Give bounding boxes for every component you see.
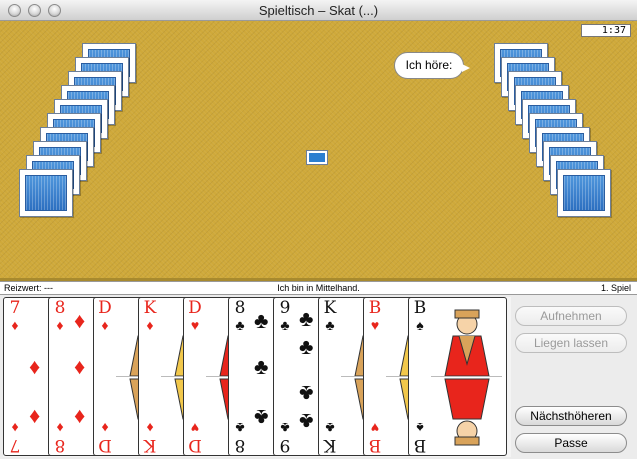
card-pip-icon: ♣ xyxy=(254,308,269,333)
card-rank: D xyxy=(98,298,112,318)
game-timer: 1:37 xyxy=(581,24,631,37)
card-pip-icon: ♣ xyxy=(299,381,314,406)
card-rank: B xyxy=(368,298,382,318)
card-suit-icon: ♥ xyxy=(190,317,200,333)
card-back xyxy=(19,169,73,217)
card-suit-icon: ♦ xyxy=(146,420,154,436)
card-suit-icon: ♣ xyxy=(280,420,290,436)
card-rank: D xyxy=(188,435,202,455)
card-rank: 8 xyxy=(234,435,246,455)
card-suit-icon: ♣ xyxy=(325,420,335,436)
position-message: Ich bin in Mittelhand. xyxy=(277,283,360,293)
status-bar: Reizwert: --- Ich bin in Mittelhand. 1. … xyxy=(0,281,637,295)
card-suit-icon: ♥ xyxy=(370,317,380,333)
card-back xyxy=(557,169,611,217)
card-suit-icon: ♣ xyxy=(280,317,290,333)
game-number: 1. Spiel xyxy=(600,283,631,293)
card-rank: K xyxy=(143,435,157,455)
card-suit-icon: ♥ xyxy=(370,420,380,436)
pass-button[interactable]: Passe xyxy=(515,433,627,453)
card-rank: D xyxy=(98,435,112,455)
card-suit-icon: ♦ xyxy=(11,317,19,333)
card-suit-icon: ♣ xyxy=(235,420,245,436)
card-rank: 7 xyxy=(9,435,21,455)
card-pip-icon: ♦ xyxy=(74,308,86,333)
card-rank: D xyxy=(188,298,202,318)
face-card-figure-icon xyxy=(431,304,503,451)
pickup-skat-button[interactable]: Aufnehmen xyxy=(515,306,627,326)
card-suit-icon: ♣ xyxy=(235,317,245,333)
card-pip-icon: ♣ xyxy=(254,354,269,379)
card-pip-icon: ♦ xyxy=(74,354,86,379)
window-titlebar: Spieltisch – Skat (...) xyxy=(0,0,637,21)
card-suit-icon: ♣ xyxy=(325,317,335,333)
card-rank: B xyxy=(368,435,382,455)
card-rank: 8 xyxy=(234,298,246,318)
card-suit-icon: ♦ xyxy=(146,317,154,333)
speech-bubble: Ich höre: xyxy=(394,52,470,79)
card-rank: 9 xyxy=(279,435,291,455)
card-pip-icon: ♣ xyxy=(299,306,314,331)
card-suit-icon: ♠ xyxy=(416,317,424,333)
card-pip-icon: ♣ xyxy=(299,334,314,359)
card-pip-icon: ♣ xyxy=(299,409,314,434)
skat-card-icon xyxy=(306,150,328,165)
card-suit-icon: ♦ xyxy=(101,420,109,436)
card-rank: K xyxy=(143,298,157,318)
card-suit-icon: ♦ xyxy=(101,317,109,333)
card-rank: K xyxy=(323,298,337,318)
card-rank: B xyxy=(413,298,427,318)
leave-skat-button[interactable]: Liegen lassen xyxy=(515,333,627,353)
card-pip-icon: ♦ xyxy=(29,354,41,379)
player-hand: 7♦7♦♦♦♦♦♦♦♦8♦8♦♦♦♦♦♦♦♦♦D♦D♦K♦K♦D♥D♥8♣8♣♣… xyxy=(3,297,511,457)
card-rank: 8 xyxy=(54,298,66,318)
card-suit-icon: ♦ xyxy=(56,317,64,333)
card-rank: B xyxy=(413,435,427,455)
card-rank: 8 xyxy=(54,435,66,455)
card-suit-icon: ♠ xyxy=(416,420,424,436)
card-pip-icon: ♣ xyxy=(254,405,269,430)
card-pip-icon: ♦ xyxy=(29,405,41,430)
card-divider xyxy=(431,376,502,377)
bid-next-higher-button[interactable]: Nächsthöheren xyxy=(515,406,627,426)
card-rank: K xyxy=(323,435,337,455)
card-suit-icon: ♥ xyxy=(190,420,200,436)
card-suit-icon: ♦ xyxy=(56,420,64,436)
card-suit-icon: ♦ xyxy=(11,420,19,436)
card-rank: 7 xyxy=(9,298,21,318)
card-pip-icon: ♦ xyxy=(74,405,86,430)
hand-card[interactable]: B ♠ B ♠ xyxy=(408,297,507,456)
card-rank: 9 xyxy=(279,298,291,318)
window-title: Spieltisch – Skat (...) xyxy=(258,3,379,18)
